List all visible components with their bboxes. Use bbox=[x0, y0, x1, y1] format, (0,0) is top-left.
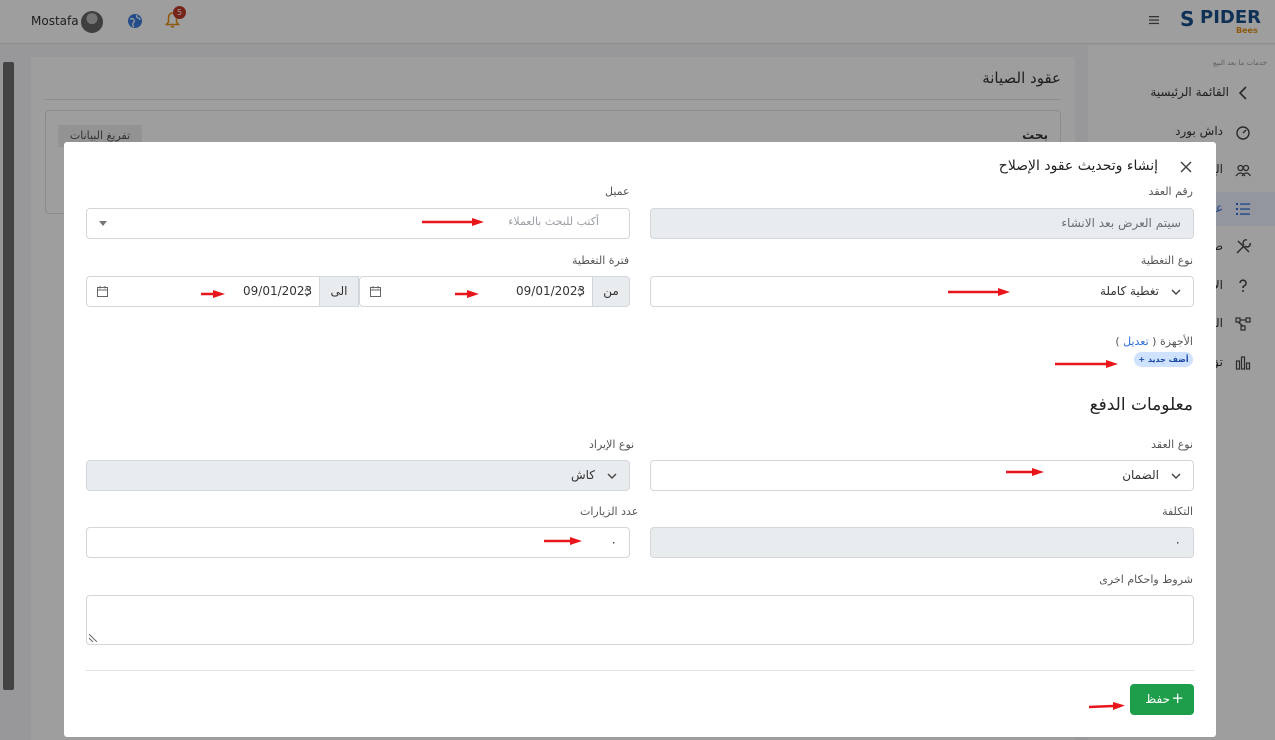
chevron-down-icon bbox=[607, 473, 617, 479]
contract-number-field: سيتم العرض بعد الانشاء bbox=[650, 208, 1194, 239]
client-placeholder: أكتب للبحث بالعملاء bbox=[508, 215, 599, 228]
terms-textarea[interactable] bbox=[86, 595, 1194, 645]
save-button[interactable]: حفظ + bbox=[1130, 684, 1194, 715]
terms-label: شروط واحكام اخرى bbox=[1099, 573, 1193, 586]
to-date-value: 09/01/2023 bbox=[243, 284, 313, 298]
to-addon: الى bbox=[319, 276, 359, 307]
resize-grip-icon[interactable] bbox=[89, 634, 97, 642]
repair-contract-modal: إنشاء وتحديث عقود الإصلاح رقم العقد سيتم… bbox=[64, 142, 1216, 737]
from-addon: من bbox=[592, 276, 630, 307]
contract-type-select[interactable]: الضمان bbox=[650, 460, 1194, 491]
footer-divider bbox=[86, 670, 1194, 671]
annotation-arrow bbox=[1089, 702, 1125, 710]
cost-label: التكلفة bbox=[1162, 505, 1193, 518]
from-date-value: 09/01/2023 bbox=[516, 284, 586, 298]
annotation-arrow bbox=[201, 290, 225, 298]
coverage-type-label: نوع التغطية bbox=[1140, 254, 1193, 267]
coverage-type-value: تغطية كاملة bbox=[1099, 284, 1159, 298]
revenue-type-value: كاش bbox=[570, 468, 595, 482]
save-button-label: حفظ bbox=[1145, 692, 1170, 706]
annotation-arrow bbox=[544, 537, 582, 545]
calendar-icon[interactable] bbox=[97, 286, 108, 297]
visits-value: ٠ bbox=[610, 535, 617, 549]
annotation-arrow bbox=[1055, 360, 1118, 368]
devices-close-paren: ) bbox=[1115, 335, 1124, 348]
annotation-arrow bbox=[948, 288, 1010, 296]
add-device-button[interactable]: + أضف جديد bbox=[1134, 352, 1193, 367]
contract-type-value: الضمان bbox=[1122, 468, 1159, 482]
annotation-arrow bbox=[455, 290, 479, 298]
coverage-period-group: من 09/01/2023 الى 09/01/2023 bbox=[86, 276, 630, 307]
calendar-icon[interactable] bbox=[370, 286, 381, 297]
edit-devices-link[interactable]: تعديل bbox=[1123, 335, 1149, 348]
chevron-down-icon bbox=[1171, 473, 1181, 479]
caret-down-icon bbox=[99, 221, 107, 226]
client-label: عميل bbox=[605, 185, 630, 198]
chevron-down-icon bbox=[1171, 289, 1181, 295]
spinner-icon[interactable] bbox=[577, 287, 583, 297]
payment-section-title: معلومات الدفع bbox=[1089, 395, 1193, 415]
contract-type-label: نوع العقد bbox=[1151, 438, 1193, 451]
revenue-type-label: نوع الإيراد bbox=[589, 438, 635, 451]
devices-label: الأجهزة ( تعديل ) bbox=[1115, 335, 1193, 348]
contract-number-value: سيتم العرض بعد الانشاء bbox=[1061, 216, 1181, 230]
devices-label-text: الأجهزة ( bbox=[1152, 335, 1193, 348]
contract-number-label: رقم العقد bbox=[1148, 185, 1193, 198]
modal-title: إنشاء وتحديث عقود الإصلاح bbox=[998, 158, 1158, 174]
plus-icon: + bbox=[1171, 689, 1184, 707]
coverage-period-label: فترة التغطية bbox=[572, 254, 630, 267]
visits-label: عدد الزيارات bbox=[580, 505, 639, 518]
annotation-arrow bbox=[1006, 468, 1044, 476]
client-select[interactable]: أكتب للبحث بالعملاء bbox=[86, 208, 630, 239]
cost-value: ٠ bbox=[1174, 535, 1181, 549]
close-icon[interactable] bbox=[1180, 161, 1192, 173]
cost-field: ٠ bbox=[650, 527, 1194, 558]
spinner-icon[interactable] bbox=[304, 287, 310, 297]
annotation-arrow bbox=[422, 218, 484, 226]
coverage-type-select[interactable]: تغطية كاملة bbox=[650, 276, 1194, 307]
revenue-type-select: كاش bbox=[86, 460, 630, 491]
